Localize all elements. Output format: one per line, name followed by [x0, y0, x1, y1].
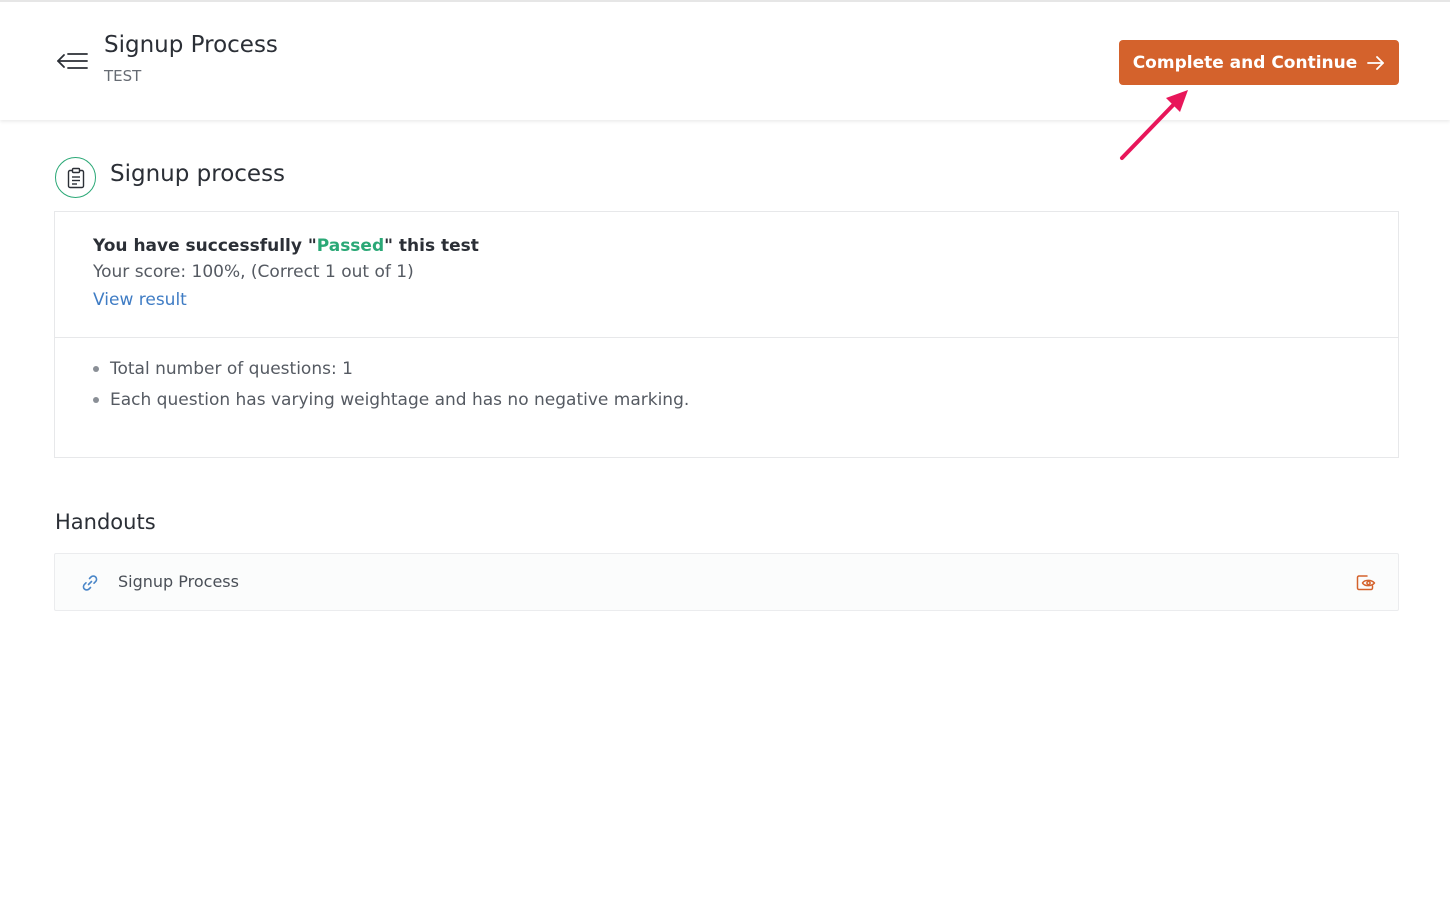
- pass-message-prefix: You have successfully ": [93, 236, 317, 256]
- page-subtitle: TEST: [104, 67, 142, 85]
- pass-message: You have successfully "Passed" this test: [93, 236, 479, 256]
- page-header: Signup Process TEST Complete and Continu…: [0, 2, 1450, 120]
- page-title: Signup Process: [104, 32, 278, 58]
- handout-item[interactable]: Signup Process: [54, 553, 1399, 611]
- bullet-icon: [93, 366, 99, 372]
- annotation-arrow: [1120, 90, 1188, 160]
- complete-button-label: Complete and Continue: [1132, 52, 1358, 73]
- link-icon: [80, 573, 100, 593]
- test-title: Signup process: [110, 161, 286, 187]
- list-item: Each question has varying weightage and …: [93, 388, 689, 419]
- result-summary: You have successfully "Passed" this test…: [55, 212, 1398, 338]
- pass-status: Passed: [316, 236, 385, 256]
- complete-and-continue-button[interactable]: Complete and Continue: [1119, 40, 1399, 85]
- pass-message-suffix: " this test: [384, 236, 479, 256]
- score-text: Your score: 100%, (Correct 1 out of 1): [93, 262, 414, 282]
- list-item: Total number of questions: 1: [93, 357, 689, 388]
- bullet-icon: [93, 397, 99, 403]
- info-text: Each question has varying weightage and …: [110, 390, 690, 410]
- arrow-right-icon: [1367, 55, 1385, 70]
- test-info-list: Total number of questions: 1 Each questi…: [93, 357, 689, 419]
- info-text: Total number of questions: 1: [110, 359, 353, 379]
- clipboard-icon: [55, 157, 96, 198]
- test-result-card: You have successfully "Passed" this test…: [54, 211, 1399, 458]
- handouts-heading: Handouts: [55, 510, 156, 534]
- collapse-menu-icon[interactable]: [56, 50, 90, 74]
- view-result-link[interactable]: View result: [93, 290, 187, 310]
- handout-label: Signup Process: [118, 572, 239, 591]
- eye-view-icon[interactable]: [1355, 571, 1377, 593]
